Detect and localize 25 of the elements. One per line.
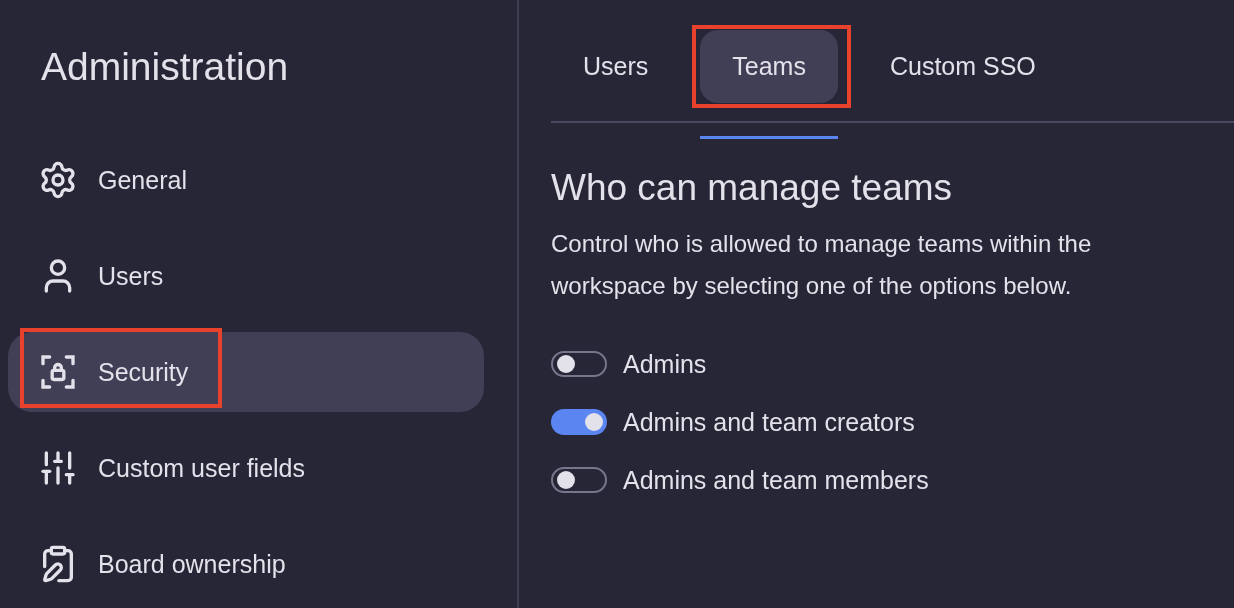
option-label: Admins and team creators [623,407,915,437]
settings-icon [38,160,78,200]
option-label: Admins [623,349,707,379]
sidebar-item[interactable]: General [8,140,484,220]
tab[interactable]: Users [551,30,681,103]
sidebar-item[interactable]: Custom user fields [8,428,484,508]
sidebar-item-label: Board ownership [98,549,286,579]
tab[interactable]: Teams [700,30,838,103]
toggle-switch[interactable] [551,467,607,493]
sidebar-item[interactable]: Users [8,236,484,316]
sidebar-item-label: Security [98,357,189,387]
section-heading: Who can manage teams [551,167,954,209]
sidebar-item-label: Users [98,261,164,291]
sidebar-item[interactable]: Security [8,332,484,412]
sidebar-item-label: General [98,165,187,195]
lock-icon [38,352,78,392]
sliders-icon [38,448,78,488]
tab[interactable]: Custom SSO [857,30,1068,103]
option-label: Admins and team members [623,465,929,495]
sidebar-title: Administration [40,44,290,90]
section-description: Control who is allowed to manage teams within the workspace by selecting one of the options below. [551,229,1093,301]
toggle-switch[interactable] [551,409,607,435]
sidebar-item-label: Custom user fields [98,453,306,483]
toggle-switch[interactable] [551,351,607,377]
sidebar-item[interactable]: Board ownership [8,524,484,604]
